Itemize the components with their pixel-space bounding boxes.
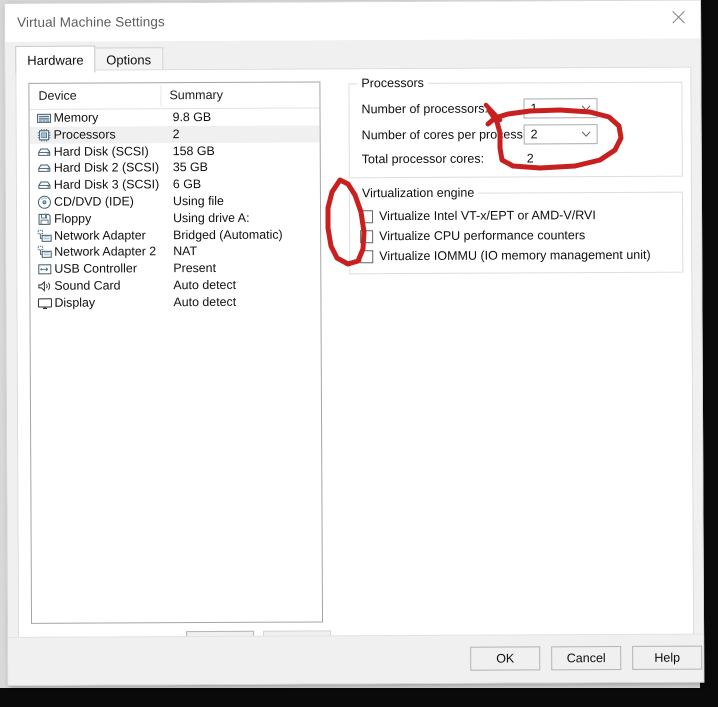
number-of-processors-label: Number of processors: <box>361 101 488 117</box>
device-row-name: Processors <box>53 127 116 142</box>
number-of-cores-value: 2 <box>530 127 538 142</box>
number-of-cores-label: Number of cores per processor: <box>361 127 538 143</box>
tab-hardware[interactable]: Hardware <box>15 45 96 73</box>
device-row[interactable]: Hard Disk (SCSI) 158 GB <box>30 142 320 160</box>
virtualization-engine-group-title: Virtualization engine <box>357 185 479 201</box>
title-bar: Virtual Machine Settings <box>5 0 701 42</box>
total-processor-cores-value: 2 <box>526 151 534 166</box>
device-row[interactable]: Hard Disk 2 (SCSI) 35 GB <box>30 159 320 177</box>
tab-options-label: Options <box>106 52 152 68</box>
display-icon <box>37 298 52 309</box>
number-of-cores-select[interactable]: 2 <box>523 124 598 145</box>
device-row-name: Display <box>54 295 96 310</box>
device-row-summary: 35 GB <box>172 160 208 175</box>
virtualization-engine-group: Virtualization engine Virtualize Intel V… <box>348 185 684 275</box>
device-row-name: Network Adapter <box>54 227 146 243</box>
device-row-name: Memory <box>53 110 99 125</box>
processors-group-title: Processors <box>357 75 428 91</box>
chevron-down-icon <box>581 131 591 137</box>
header-separator <box>160 85 162 107</box>
checkbox-virtualize-cpu-counters[interactable]: Virtualize CPU performance counters <box>360 226 585 245</box>
device-row-name: Hard Disk 2 (SCSI) <box>53 160 160 176</box>
processor-icon <box>37 128 51 142</box>
device-row-summary: 9.8 GB <box>172 109 212 125</box>
total-processor-cores-label: Total processor cores: <box>361 151 485 167</box>
device-list-rows: Memory 9.8 GB Processors 2 Hard Disk (SCSI) 1… <box>29 108 321 311</box>
floppy-icon <box>38 213 51 225</box>
window-title: Virtual Machine Settings <box>17 14 165 30</box>
device-row-summary: Using drive A: <box>173 210 250 225</box>
device-row-summary: Bridged (Automatic) <box>173 227 283 242</box>
window-client-area: Hardware Options Device Summary Memory 9.… <box>5 38 704 685</box>
network-adapter-icon <box>37 229 52 242</box>
close-icon[interactable] <box>656 1 700 33</box>
device-row[interactable]: Display Auto detect <box>30 293 320 311</box>
device-row-summary: Auto detect <box>173 294 237 309</box>
device-row[interactable]: Sound Card Auto detect <box>30 276 320 294</box>
memory-icon <box>37 113 52 123</box>
device-list[interactable]: Device Summary Memory 9.8 GB Processors 2 Ha… <box>28 81 324 624</box>
device-row-summary: Present <box>173 261 217 276</box>
device-row[interactable]: Hard Disk 3 (SCSI) 6 GB <box>30 176 320 194</box>
device-list-header: Device Summary <box>29 82 320 110</box>
device-row-name: USB Controller <box>54 261 137 276</box>
column-header-summary[interactable]: Summary <box>169 88 223 102</box>
virtual-machine-settings-window: Virtual Machine Settings Hardware Option… <box>4 0 705 686</box>
device-row-name: CD/DVD (IDE) <box>53 194 134 209</box>
checkbox-virtualize-cpu-counters-label: Virtualize CPU performance counters <box>379 228 586 244</box>
help-button-label: Help <box>654 650 681 665</box>
number-of-processors-value: 1 <box>530 101 538 116</box>
device-row-name: Floppy <box>54 211 92 226</box>
column-header-device[interactable]: Device <box>38 89 76 103</box>
checkbox-virtualize-intel-vtx-label: Virtualize Intel VT-x/EPT or AMD-V/RVI <box>379 208 596 224</box>
processors-group: Processors Number of processors: 1 Numbe… <box>348 75 683 179</box>
number-of-processors-select[interactable]: 1 <box>523 98 598 119</box>
device-row[interactable]: Processors 2 <box>29 125 320 144</box>
help-button[interactable]: Help <box>632 645 703 670</box>
usb-controller-icon <box>38 264 52 275</box>
device-row-name: Hard Disk 3 (SCSI) <box>53 177 160 192</box>
cd-dvd-icon <box>37 195 51 209</box>
device-row-summary: 2 <box>172 126 180 141</box>
network-adapter-icon <box>37 246 52 259</box>
checkbox-virtualize-iommu-label: Virtualize IOMMU (IO memory management u… <box>379 247 651 264</box>
ok-button-label: OK <box>496 651 515 666</box>
checkbox-virtualize-iommu[interactable]: Virtualize IOMMU (IO memory management u… <box>360 246 651 265</box>
device-row-summary: NAT <box>173 244 198 259</box>
checkbox-virtualize-intel-vtx[interactable]: Virtualize Intel VT-x/EPT or AMD-V/RVI <box>360 206 596 225</box>
hardware-tab-page: Device Summary Memory 9.8 GB Processors 2 Ha… <box>15 66 695 656</box>
device-row-name: Hard Disk (SCSI) <box>53 143 149 159</box>
device-row[interactable]: Memory 9.8 GB <box>30 108 320 126</box>
hard-disk-icon <box>38 148 51 156</box>
device-row-summary: 6 GB <box>172 177 202 192</box>
device-row[interactable]: Network Adapter 2 NAT <box>30 243 320 261</box>
device-row-summary: Auto detect <box>173 277 237 293</box>
tab-options[interactable]: Options <box>94 47 164 72</box>
hard-disk-icon <box>38 181 51 190</box>
chevron-down-icon <box>581 105 591 111</box>
device-row[interactable]: Floppy Using drive A: <box>30 209 320 227</box>
tab-hardware-label: Hardware <box>27 52 84 68</box>
device-row[interactable]: CD/DVD (IDE) Using file <box>30 192 320 210</box>
device-row[interactable]: Network Adapter Bridged (Automatic) <box>30 226 320 244</box>
cancel-button-label: Cancel <box>566 651 606 666</box>
device-row[interactable]: USB Controller Present <box>30 260 320 278</box>
checkbox-icon <box>360 249 374 263</box>
ok-button[interactable]: OK <box>470 646 541 671</box>
device-row-summary: Using file <box>172 193 224 209</box>
checkbox-icon <box>360 229 374 243</box>
device-row-name: Sound Card <box>54 278 121 293</box>
cancel-button[interactable]: Cancel <box>551 645 622 671</box>
checkbox-icon <box>360 209 374 223</box>
device-row-name: Network Adapter 2 <box>54 244 157 260</box>
dialog-footer: OK Cancel Help <box>8 633 704 685</box>
device-row-summary: 158 GB <box>172 143 215 158</box>
hard-disk-icon <box>38 164 51 173</box>
sound-card-icon <box>38 280 51 292</box>
